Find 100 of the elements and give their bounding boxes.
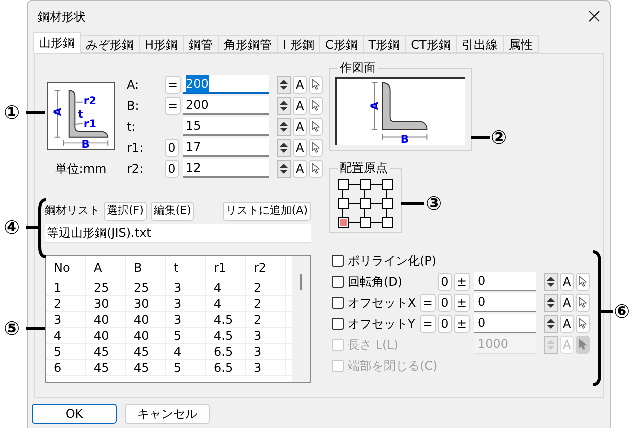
auto-button[interactable]: A [293, 118, 308, 136]
dialog-button[interactable]: OK [32, 404, 117, 424]
spin-button[interactable] [277, 138, 291, 156]
pick-button[interactable] [309, 96, 324, 114]
input-field[interactable]: 12 [183, 159, 269, 178]
prefix-button[interactable]: 0 [165, 138, 179, 156]
tab[interactable]: 属性 [502, 35, 539, 53]
table-cell: 4 [166, 344, 206, 359]
pick-button[interactable] [309, 118, 324, 136]
table-cell: 40 [126, 328, 166, 343]
prefix-button[interactable]: = [165, 96, 182, 114]
tab[interactable]: C形鋼 [319, 35, 364, 53]
tab[interactable]: CT形鋼 [405, 35, 457, 53]
prefix-button[interactable]: ± [454, 314, 470, 332]
pick-button[interactable] [309, 76, 324, 94]
prefix-button[interactable]: ± [454, 294, 470, 312]
input-field[interactable]: 15 [183, 117, 269, 136]
prefix-button[interactable]: 0 [438, 294, 452, 312]
prefix-button[interactable]: = [420, 294, 436, 312]
tab[interactable]: 山形鋼 [33, 32, 81, 53]
origin-point[interactable] [360, 217, 371, 228]
input-field[interactable]: 200 [183, 96, 269, 115]
input-field[interactable]: 0 [474, 314, 536, 333]
origin-point[interactable] [382, 179, 393, 190]
pick-button[interactable] [576, 272, 590, 290]
pick-button[interactable] [576, 294, 590, 312]
auto-button[interactable]: A [293, 138, 308, 156]
origin-point[interactable] [360, 179, 371, 190]
tab[interactable]: 角形鋼管 [218, 35, 278, 53]
table-cell: 3 [246, 344, 286, 359]
column-header[interactable]: B [126, 256, 166, 280]
prefix-button[interactable]: ± [454, 272, 470, 290]
table-cell: 30 [126, 296, 166, 311]
up-down-arrows-icon [547, 296, 555, 308]
spin-button[interactable] [544, 294, 558, 312]
origin-point[interactable] [382, 217, 393, 228]
checkbox[interactable] [332, 318, 344, 330]
tab[interactable]: みぞ形鋼 [80, 35, 140, 53]
prefix-button[interactable]: = [165, 76, 182, 94]
table-cell: 3 [166, 296, 206, 311]
checkbox[interactable] [332, 254, 344, 266]
spin-button[interactable] [544, 272, 558, 290]
auto-button[interactable]: A [560, 294, 574, 312]
spin-button[interactable] [277, 96, 291, 114]
origin-point[interactable] [360, 198, 371, 209]
column-header[interactable]: r2 [246, 256, 286, 280]
origin-point[interactable] [338, 217, 349, 228]
input-field[interactable]: 200 [183, 75, 269, 94]
spin-button[interactable] [277, 76, 291, 94]
spin-button[interactable] [277, 118, 291, 136]
list-button[interactable]: リストに追加(A) [222, 202, 311, 221]
table-cell: 25 [86, 280, 126, 295]
input-field[interactable]: 0 [474, 272, 536, 291]
callout-number: ⑤ [4, 318, 20, 340]
column-header[interactable]: r1 [206, 256, 246, 280]
tab[interactable]: 鋼管 [183, 35, 220, 53]
close-icon[interactable] [589, 11, 600, 22]
origin-point[interactable] [382, 198, 393, 209]
pick-button[interactable] [576, 336, 590, 354]
tab[interactable]: I 形鋼 [277, 35, 320, 53]
input-field[interactable]: 0 [474, 293, 536, 312]
group-title: 配置原点 [338, 160, 390, 176]
auto-button[interactable]: A [560, 272, 574, 290]
checkbox[interactable] [332, 296, 344, 308]
auto-button[interactable]: A [293, 96, 308, 114]
spin-button[interactable] [544, 314, 558, 332]
up-down-arrows-icon [280, 120, 288, 132]
column-header[interactable]: t [166, 256, 206, 280]
column-header[interactable]: No [46, 256, 86, 280]
prefix-button[interactable]: = [420, 314, 436, 332]
auto-button[interactable]: A [293, 160, 308, 178]
tab[interactable]: 引出線 [456, 35, 504, 53]
list-button[interactable]: 編集(E) [150, 202, 194, 221]
prefix-button[interactable]: 0 [438, 272, 452, 290]
origin-point[interactable] [338, 198, 349, 209]
auto-button[interactable]: A [293, 76, 308, 94]
checkbox[interactable] [332, 276, 344, 288]
up-down-arrows-icon [547, 338, 555, 350]
pick-button[interactable] [309, 138, 324, 156]
scrollbar[interactable] [292, 256, 310, 382]
param-label: t: [127, 118, 137, 136]
pick-button[interactable] [309, 160, 324, 178]
file-field[interactable]: 等辺山形鋼(JIS).txt [45, 224, 311, 243]
prefix-button[interactable]: 0 [438, 314, 452, 332]
prefix-button[interactable]: 0 [165, 160, 179, 178]
origin-point[interactable] [338, 179, 349, 190]
auto-button[interactable]: A [560, 314, 574, 332]
table-cell: 45 [126, 344, 166, 359]
pick-button[interactable] [576, 314, 590, 332]
tab[interactable]: H形鋼 [139, 35, 184, 53]
tab[interactable]: T形鋼 [362, 35, 406, 53]
angle-preview-drawing: A B [335, 77, 465, 145]
spin-button[interactable] [277, 160, 291, 178]
column-header[interactable]: A [86, 256, 126, 280]
dialog-button[interactable]: キャンセル [125, 404, 210, 424]
table-cell: 4 [46, 328, 86, 343]
list-button[interactable]: 選択(F) [104, 202, 147, 221]
input-field[interactable]: 17 [183, 138, 269, 157]
callout-number: ① [4, 102, 20, 124]
unit-label: 単位:mm [55, 161, 107, 178]
